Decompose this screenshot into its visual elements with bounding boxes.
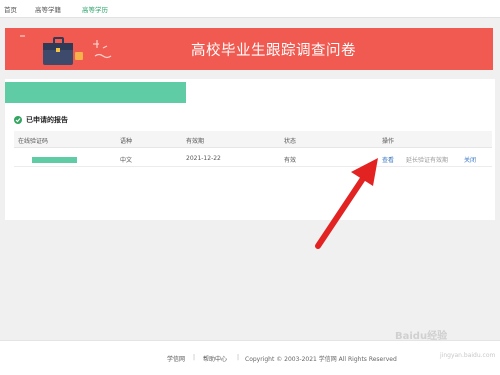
cell-language: 中文 (120, 157, 133, 164)
footer: 学信网 | 帮助中心 | Copyright © 2003-2021 学信网 A… (0, 340, 500, 375)
redacted-info-bar (5, 82, 186, 103)
header-expiry: 有效期 (186, 138, 205, 145)
banner-title: 高校毕业生跟踪调查问卷 (191, 43, 356, 59)
footer-copyright: Copyright © 2003-2021 学信网 All Rights Res… (245, 356, 397, 363)
footer-separator: | (237, 354, 240, 361)
briefcase-icon (43, 37, 83, 65)
watermark-url: jingyan.baidu.com (440, 352, 496, 359)
nav-higher-enrollment[interactable]: 高等学籍 (35, 4, 61, 14)
annotation-arrow-icon (315, 158, 378, 249)
redacted-verify-code (32, 157, 77, 163)
table-header: 在线验证码 语种 有效期 状态 操作 (14, 131, 492, 148)
extend-validity-link[interactable]: 延长验证有效期 (406, 155, 448, 164)
header-verify-code: 在线验证码 (18, 138, 49, 145)
section-header: 已申请的报告 (14, 114, 68, 126)
header-actions: 操作 (382, 138, 395, 145)
watermark-logo: Baidu经验 (395, 331, 448, 342)
table-row: 中文 2021-12-22 有效 查看 延长验证有效期 关闭 (14, 150, 492, 167)
section-title: 已申请的报告 (26, 116, 68, 124)
survey-banner[interactable]: 高校毕业生跟踪调查问卷 (5, 28, 493, 70)
top-nav: 首页 高等学籍 高等学历 (0, 0, 500, 18)
cell-status: 有效 (284, 157, 297, 164)
header-language: 语种 (120, 138, 133, 145)
footer-link-chsi[interactable]: 学信网 (167, 354, 185, 363)
nav-higher-degree[interactable]: 高等学历 (82, 4, 108, 14)
footer-link-help[interactable]: 帮助中心 (203, 354, 227, 363)
nav-home[interactable]: 首页 (4, 4, 17, 14)
check-circle-icon (14, 116, 22, 124)
close-link[interactable]: 关闭 (464, 155, 476, 164)
header-status: 状态 (284, 138, 297, 145)
footer-separator: | (193, 354, 196, 361)
cell-expiry: 2021-12-22 (186, 155, 221, 162)
